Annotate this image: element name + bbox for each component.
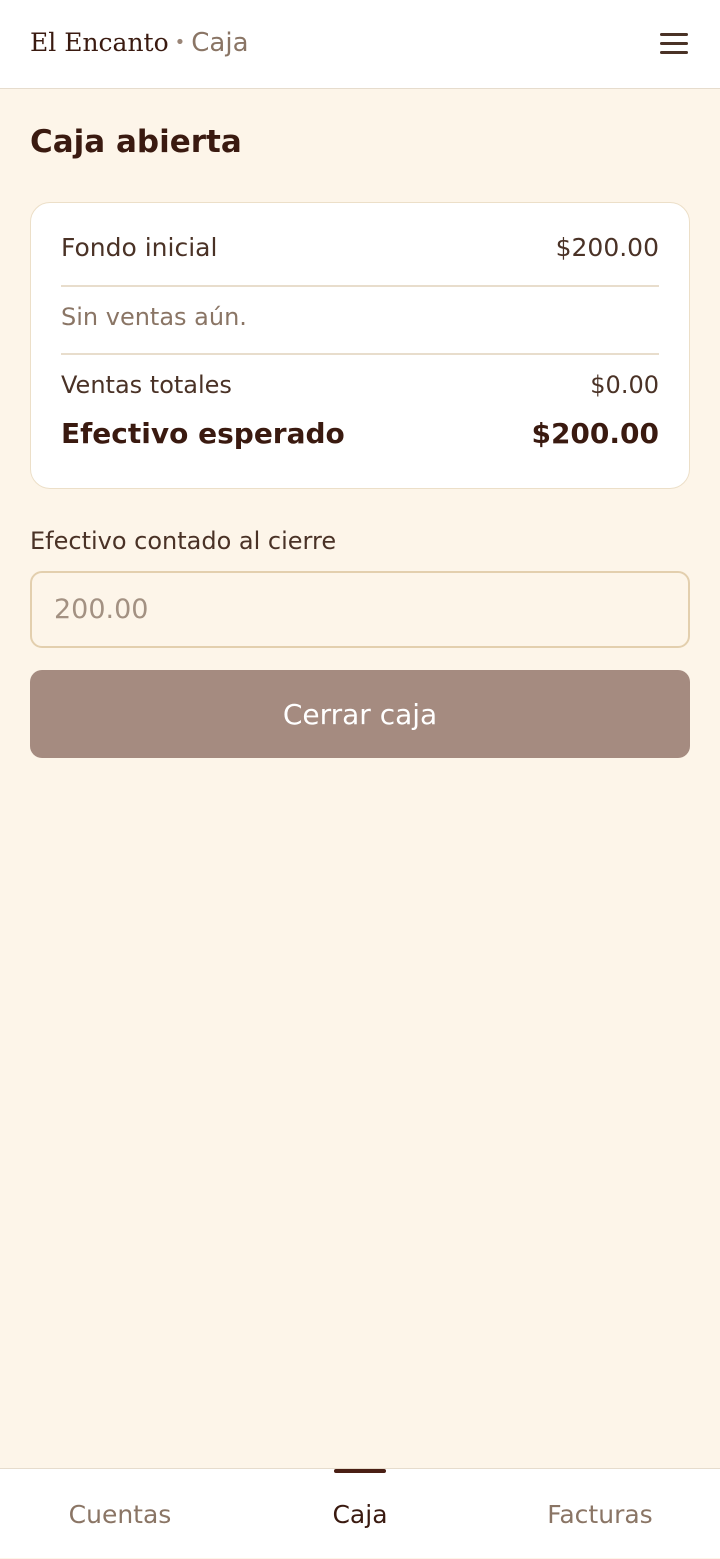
tab-cuentas[interactable]: Cuentas <box>0 1469 240 1559</box>
expected-cash-row: Efectivo esperado $200.00 <box>61 417 659 450</box>
cash-summary-card: Fondo inicial $200.00 Sin ventas aún. Ve… <box>30 202 690 489</box>
page-title: Caja abierta <box>30 124 242 160</box>
menu-line <box>660 51 688 54</box>
app-title: El Encanto • Caja <box>30 28 249 58</box>
brand-name: El Encanto <box>30 28 169 57</box>
expected-cash-label: Efectivo esperado <box>61 417 345 450</box>
no-sales-message: Sin ventas aún. <box>61 303 247 331</box>
menu-line <box>660 42 688 45</box>
tab-facturas[interactable]: Facturas <box>480 1469 720 1559</box>
total-sales-value: $0.00 <box>590 371 659 399</box>
divider <box>61 353 659 355</box>
counted-cash-label: Efectivo contado al cierre <box>30 527 337 555</box>
divider <box>61 285 659 287</box>
close-register-button[interactable]: Cerrar caja <box>30 670 690 758</box>
section-name: Caja <box>191 28 249 58</box>
title-separator: • <box>174 32 186 53</box>
total-sales-label: Ventas totales <box>61 371 232 399</box>
tab-caja[interactable]: Caja <box>240 1469 480 1559</box>
expected-cash-value: $200.00 <box>531 417 659 450</box>
menu-line <box>660 33 688 36</box>
opening-balance-row: Fondo inicial $200.00 <box>61 233 659 262</box>
total-sales-row: Ventas totales $0.00 <box>61 371 659 399</box>
bottom-nav: Cuentas Caja Facturas <box>0 1468 720 1558</box>
app-header: El Encanto • Caja <box>0 0 720 89</box>
hamburger-menu-icon[interactable] <box>652 24 696 64</box>
counted-cash-input[interactable] <box>30 571 690 648</box>
opening-balance-label: Fondo inicial <box>61 233 218 262</box>
opening-balance-value: $200.00 <box>555 233 659 262</box>
